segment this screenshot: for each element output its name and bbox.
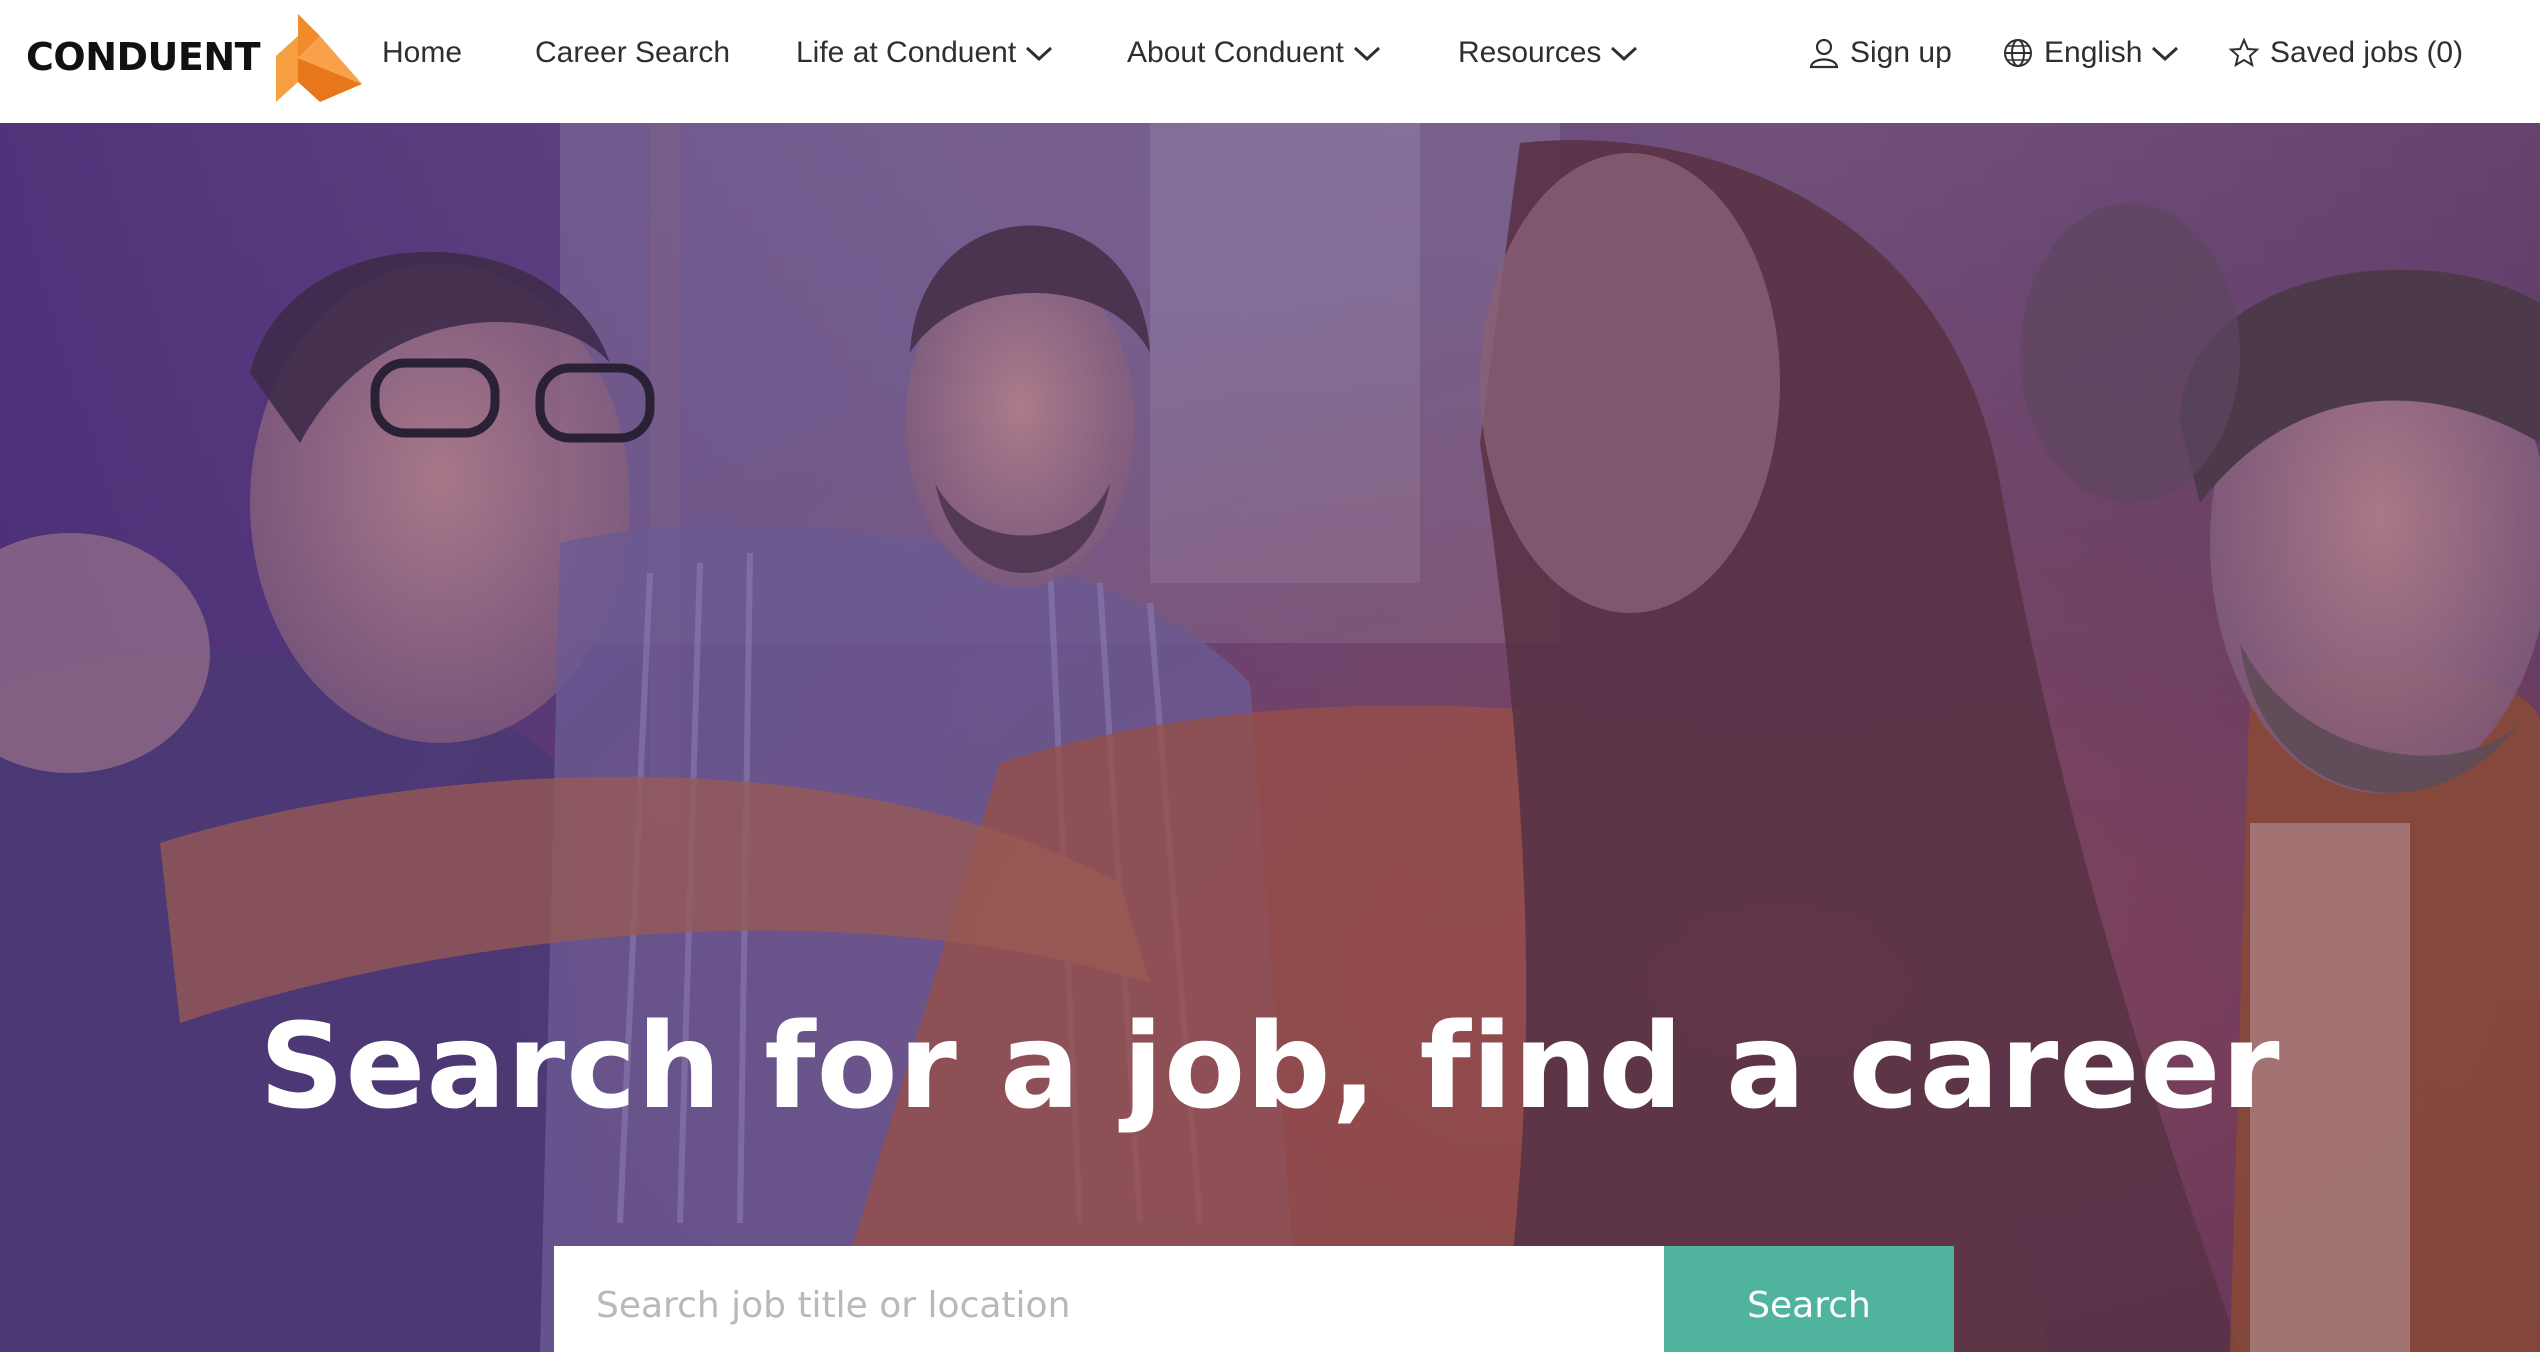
nav-career-search[interactable]: Career Search [535,30,730,76]
hero-banner: Search for a job, find a career Search [0,123,2540,1352]
nav-home[interactable]: Home [382,30,462,76]
hero-title: Search for a job, find a career [259,997,2281,1136]
language-selector[interactable]: English [2002,30,2180,76]
job-search-form: Search [554,1246,1954,1352]
logo-mark-icon [276,14,363,102]
sign-up-link[interactable]: Sign up [1808,30,1952,76]
nav-about-conduent[interactable]: About Conduent [1127,30,1382,76]
search-button[interactable]: Search [1664,1246,1954,1352]
chevron-down-icon [2152,46,2179,62]
logo-wordmark: CONDUENT [26,35,261,79]
saved-jobs-label: Saved jobs [2270,36,2419,69]
globe-icon [2004,39,2032,67]
nav-resources[interactable]: Resources [1458,30,1639,76]
nav-life-at-conduent[interactable]: Life at Conduent [796,30,1054,76]
star-icon [2228,37,2260,68]
nav-life-at-label: Life at Conduent [796,36,1017,69]
saved-jobs-link[interactable]: Saved jobs (0) [2228,30,2463,76]
nav-home-label: Home [382,36,463,69]
sign-up-label: Sign up [1850,36,1952,69]
hero-background-photo [0,123,2540,1352]
chevron-down-icon [1353,46,1380,62]
nav-about-label: About Conduent [1127,36,1344,69]
site-header: CONDUENT Home Career Search Life at Cond… [0,0,2540,123]
language-label: English [2044,36,2143,69]
nav-resources-label: Resources [1458,36,1602,69]
nav-career-search-label: Career Search [535,36,731,69]
chevron-down-icon [1611,46,1638,62]
user-icon [1809,38,1839,69]
chevron-down-icon [1026,46,1053,62]
conduent-logo[interactable]: CONDUENT [26,8,364,106]
job-search-input[interactable] [554,1246,1664,1352]
saved-jobs-count: (0) [2426,36,2464,69]
